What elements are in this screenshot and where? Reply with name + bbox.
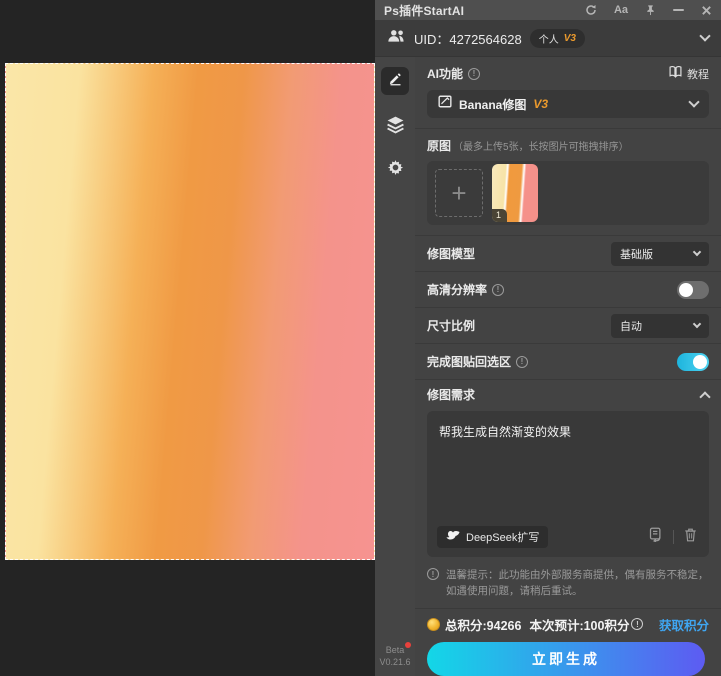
tools-rail: Beta V0.21.6 xyxy=(375,57,415,676)
beta-dot xyxy=(405,641,412,648)
ratio-label: 尺寸比例 xyxy=(427,319,476,333)
prompt-text: 帮我生成自然渐变的效果 xyxy=(439,425,572,439)
chevron-down-icon xyxy=(692,319,702,328)
uid-value: 4272564628 xyxy=(449,31,522,47)
feature-name: Banana修图 xyxy=(459,97,527,112)
ratio-row: 尺寸比例 自动 xyxy=(415,307,721,343)
minimize-icon[interactable] xyxy=(673,9,684,11)
gradient-image-selection[interactable] xyxy=(5,63,375,560)
font-size-icon[interactable]: Aa xyxy=(614,4,628,16)
panel-title: Ps插件StartAI xyxy=(384,3,465,18)
tutorial-button[interactable]: 教程 xyxy=(669,66,709,82)
layers-icon xyxy=(386,116,405,138)
tool-edit-active[interactable] xyxy=(381,67,409,95)
pin-icon[interactable] xyxy=(645,4,656,16)
trash-icon[interactable] xyxy=(684,528,697,547)
prompt-header[interactable]: 修图需求 xyxy=(415,379,721,409)
ratio-select[interactable]: 自动 xyxy=(611,313,709,338)
prompt-header-label: 修图需求 xyxy=(427,388,476,402)
version-label: V0.21.6 xyxy=(379,656,411,667)
startai-plugin-panel: Ps插件StartAI Aa UID：4272564628 个人 V3 Beta… xyxy=(375,0,721,676)
info-icon: ! xyxy=(427,568,439,580)
beta-label: Beta xyxy=(385,644,405,655)
plan-version: V3 xyxy=(563,32,576,44)
image-edit-icon xyxy=(438,95,452,113)
model-value: 基础版 xyxy=(620,248,653,261)
chevron-down-icon xyxy=(688,96,700,108)
uid-label: UID：4272564628 xyxy=(414,31,522,47)
ratio-value: 自动 xyxy=(620,320,642,333)
tutorial-label: 教程 xyxy=(687,68,709,81)
upload-area: + 1 xyxy=(427,161,709,225)
ai-section-label: AI功能 xyxy=(427,67,464,81)
plan-name: 个人 xyxy=(538,34,559,46)
paste-back-row: 完成图贴回选区 ! xyxy=(415,343,721,379)
uid-row[interactable]: UID：4272564628 个人 V3 xyxy=(375,20,721,57)
chevron-up-icon xyxy=(699,390,711,403)
source-images-hint: （最多上传5张，长按图片可拖拽排序） xyxy=(453,142,629,153)
chevron-down-icon[interactable] xyxy=(699,30,711,42)
model-row: 修图模型 基础版 xyxy=(415,235,721,271)
version-info: Beta V0.21.6 xyxy=(379,641,412,676)
deepseek-expand-button[interactable]: DeepSeek扩写 xyxy=(437,526,549,548)
photoshop-canvas xyxy=(0,0,375,676)
notice: ! 温馨提示：此功能由外部服务商提供，偶有服务不稳定，如遇使用问题，请稍后重试。 xyxy=(415,563,721,608)
user-icon xyxy=(387,28,406,48)
paste-back-label: 完成图贴回选区 xyxy=(427,355,512,369)
notice-text: 温馨提示：此功能由外部服务商提供，偶有服务不稳定，如遇使用问题，请稍后重试。 xyxy=(446,569,709,598)
source-images-label: 原图 xyxy=(427,139,452,153)
titlebar: Ps插件StartAI Aa xyxy=(375,0,721,20)
import-text-icon[interactable] xyxy=(648,527,663,547)
tool-settings[interactable] xyxy=(387,159,404,181)
thumbnail-index-badge: 1 xyxy=(492,209,508,222)
chevron-down-icon xyxy=(692,247,702,256)
plan-badge: 个人 V3 xyxy=(529,28,585,48)
gear-icon xyxy=(387,160,404,180)
info-icon[interactable]: ! xyxy=(492,283,505,296)
get-points-link[interactable]: 获取积分 xyxy=(659,615,709,634)
plus-icon: + xyxy=(451,178,467,208)
paste-back-toggle[interactable] xyxy=(677,352,709,371)
prompt-textarea[interactable]: 帮我生成自然渐变的效果 DeepSeek扩写 xyxy=(427,411,709,557)
refresh-icon[interactable] xyxy=(585,4,597,16)
estimate-points: 本次预计:100积分 xyxy=(529,618,630,633)
main-content: AI功能 ! 教程 Banana修图 V3 原图 （最多上传5张，长按图片可拖拽… xyxy=(415,57,721,676)
book-icon xyxy=(669,66,682,81)
hd-label: 高清分辨率 xyxy=(427,283,488,297)
model-label: 修图模型 xyxy=(427,247,476,261)
footer: 总积分:94266 本次预计:100积分! 获取积分 立即生成 xyxy=(415,607,721,676)
hd-toggle[interactable] xyxy=(677,280,709,299)
total-points: 总积分:94266 xyxy=(445,618,522,633)
deepseek-whale-icon xyxy=(446,530,460,544)
info-icon[interactable]: ! xyxy=(631,618,644,631)
info-icon[interactable]: ! xyxy=(516,355,529,368)
model-select[interactable]: 基础版 xyxy=(611,241,709,266)
close-icon[interactable] xyxy=(701,5,712,16)
hd-row: 高清分辨率 ! xyxy=(415,271,721,307)
uploaded-thumbnail[interactable]: 1 xyxy=(492,164,538,222)
tool-layers[interactable] xyxy=(386,115,405,139)
divider xyxy=(673,530,674,544)
add-image-button[interactable]: + xyxy=(435,169,483,217)
generate-button[interactable]: 立即生成 xyxy=(427,641,705,676)
info-icon[interactable]: ! xyxy=(468,67,481,80)
feature-select[interactable]: Banana修图 V3 xyxy=(427,90,709,118)
deepseek-label: DeepSeek扩写 xyxy=(466,532,540,544)
pencil-icon xyxy=(388,71,403,91)
coin-icon xyxy=(427,617,440,631)
feature-version: V3 xyxy=(533,97,549,111)
